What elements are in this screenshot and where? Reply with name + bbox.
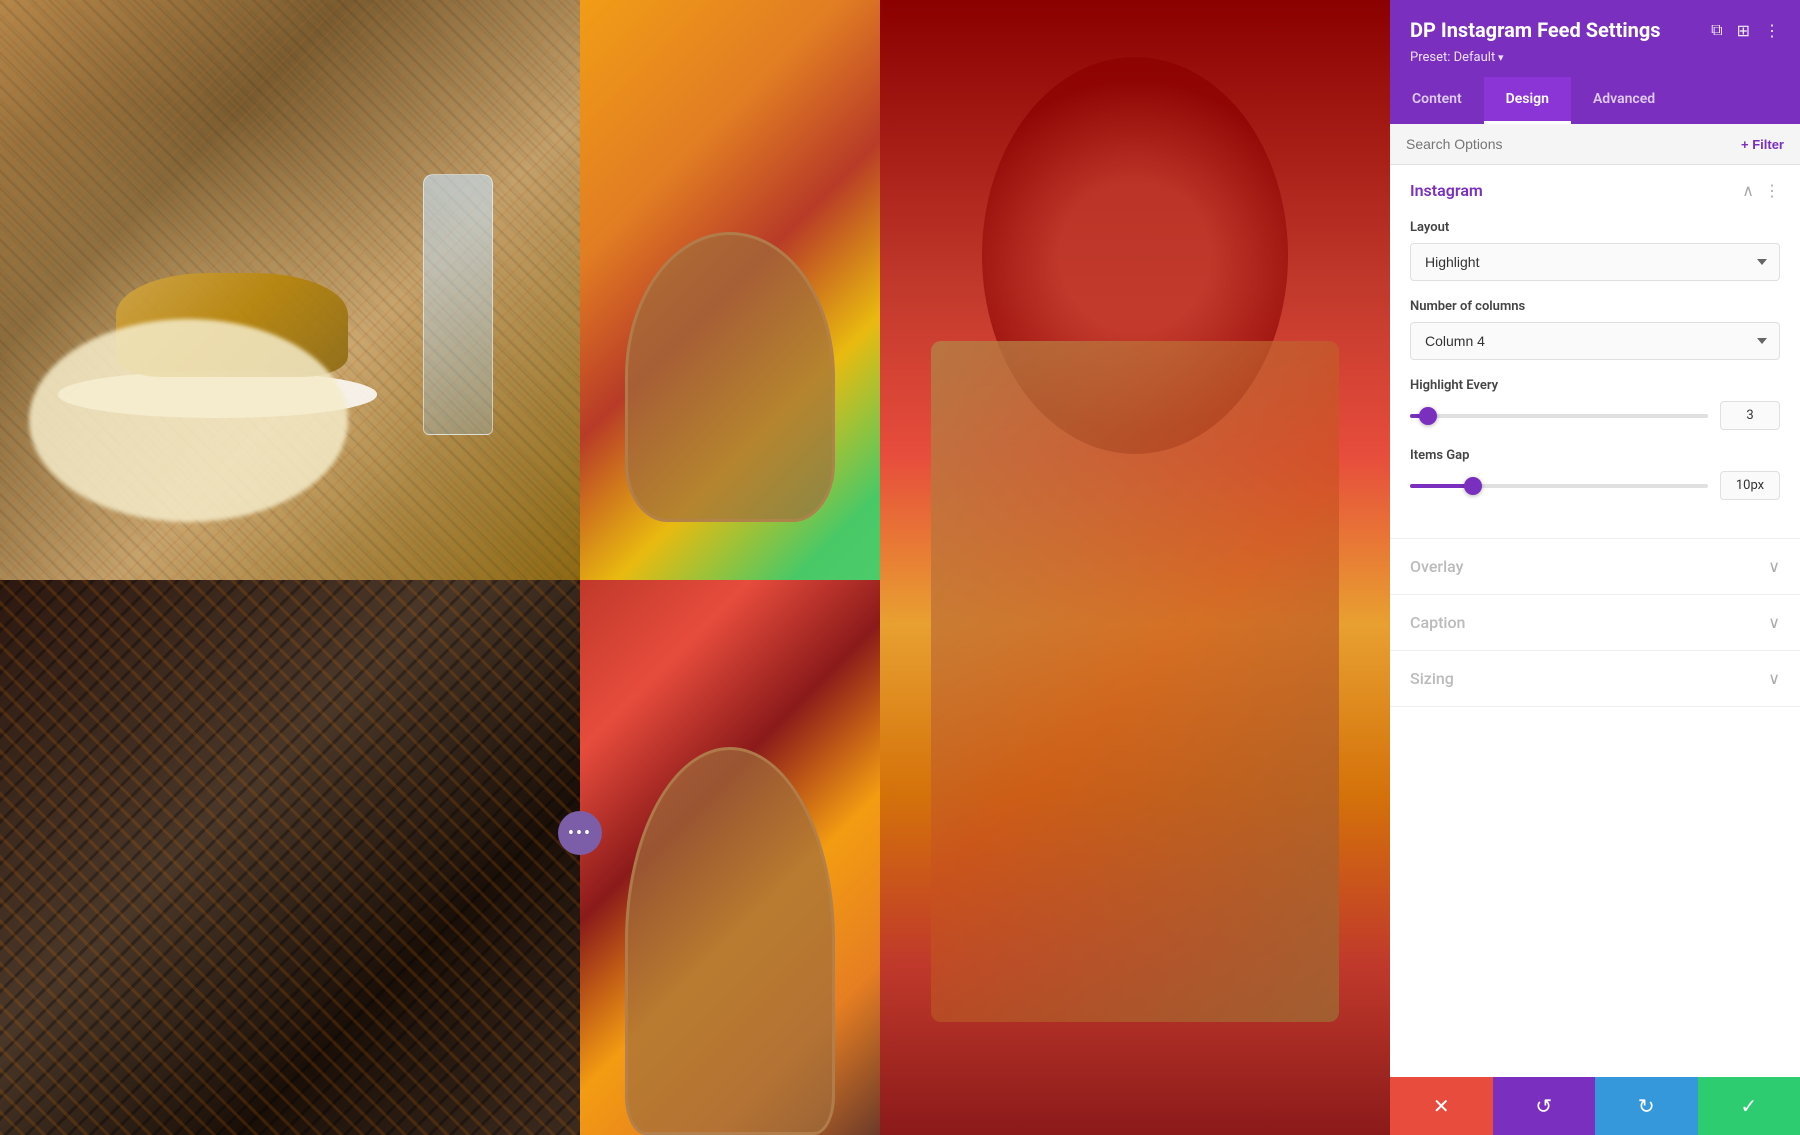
panel-subtitle[interactable]: Preset: Default xyxy=(1410,50,1780,65)
instagram-section: Instagram ∧ ⋮ Layout Highlight Grid Maso… xyxy=(1390,165,1800,539)
filter-button[interactable]: + Filter xyxy=(1741,137,1784,152)
photo-area: ••• xyxy=(0,0,1390,1135)
settings-panel: DP Instagram Feed Settings ⧉ ⊞ ⋮ Preset:… xyxy=(1390,0,1800,1135)
sizing-chevron-icon: ∨ xyxy=(1768,669,1780,688)
highlight-every-label: Highlight Every xyxy=(1410,378,1780,393)
layout-select[interactable]: Highlight Grid Masonry Carousel xyxy=(1410,243,1780,281)
undo-button[interactable]: ↺ xyxy=(1493,1077,1596,1135)
panel-content[interactable]: Instagram ∧ ⋮ Layout Highlight Grid Maso… xyxy=(1390,165,1800,1077)
copy-icon[interactable]: ⧉ xyxy=(1711,20,1722,40)
highlight-every-slider-row: 3 xyxy=(1410,401,1780,430)
items-gap-fill xyxy=(1410,484,1470,488)
caption-section[interactable]: Caption ∨ xyxy=(1390,595,1800,651)
overlay-section[interactable]: Overlay ∨ xyxy=(1390,539,1800,595)
columns-field-group: Number of columns Column 1 Column 2 Colu… xyxy=(1410,299,1780,360)
layout-label: Layout xyxy=(1410,220,1780,235)
items-gap-track xyxy=(1410,484,1708,488)
grid-icon[interactable]: ⊞ xyxy=(1737,21,1750,40)
columns-label: Number of columns xyxy=(1410,299,1780,314)
columns-select[interactable]: Column 1 Column 2 Column 3 Column 4 Colu… xyxy=(1410,322,1780,360)
instagram-section-title: Instagram xyxy=(1410,181,1483,200)
overlay-section-title: Overlay xyxy=(1410,557,1464,576)
instagram-section-header[interactable]: Instagram ∧ ⋮ xyxy=(1390,165,1800,216)
panel-tabs: Content Design Advanced xyxy=(1390,77,1800,124)
caption-section-title: Caption xyxy=(1410,613,1465,632)
items-gap-value: 10px xyxy=(1720,471,1780,500)
search-input[interactable] xyxy=(1406,136,1733,152)
kebab-icon[interactable]: ⋮ xyxy=(1764,181,1780,200)
panel-title: DP Instagram Feed Settings xyxy=(1410,18,1661,42)
panel-title-row: DP Instagram Feed Settings ⧉ ⊞ ⋮ xyxy=(1410,18,1780,42)
save-button[interactable]: ✓ xyxy=(1698,1077,1800,1135)
more-options-button[interactable]: ••• xyxy=(558,811,602,855)
caption-chevron-icon: ∨ xyxy=(1768,613,1780,632)
highlight-every-thumb[interactable] xyxy=(1419,407,1437,425)
sizing-section-title: Sizing xyxy=(1410,669,1454,688)
redo-button[interactable]: ↻ xyxy=(1595,1077,1698,1135)
highlight-every-track xyxy=(1410,414,1708,418)
instagram-section-body: Layout Highlight Grid Masonry Carousel N… xyxy=(1390,216,1800,538)
tab-content[interactable]: Content xyxy=(1390,77,1484,124)
chevron-up-icon[interactable]: ∧ xyxy=(1742,181,1754,200)
search-bar: + Filter xyxy=(1390,124,1800,165)
photo-grid xyxy=(0,0,1390,1135)
panel-header: DP Instagram Feed Settings ⧉ ⊞ ⋮ Preset:… xyxy=(1390,0,1800,77)
more-icon[interactable]: ⋮ xyxy=(1764,21,1780,40)
action-bar: ✕ ↺ ↻ ✓ xyxy=(1390,1077,1800,1135)
photo-cell-5 xyxy=(580,580,880,1135)
three-dots-icon: ••• xyxy=(568,823,592,844)
tab-design[interactable]: Design xyxy=(1484,77,1571,124)
items-gap-field-group: Items Gap 10px xyxy=(1410,448,1780,500)
photo-cell-3 xyxy=(880,0,1390,1135)
overlay-chevron-icon: ∨ xyxy=(1768,557,1780,576)
photo-cell-4 xyxy=(0,580,580,1135)
photo-cell-2 xyxy=(580,0,880,580)
cancel-button[interactable]: ✕ xyxy=(1390,1077,1493,1135)
photo-cell-1 xyxy=(0,0,580,580)
layout-field-group: Layout Highlight Grid Masonry Carousel xyxy=(1410,220,1780,281)
panel-title-icons: ⧉ ⊞ ⋮ xyxy=(1711,20,1780,40)
highlight-every-field-group: Highlight Every 3 xyxy=(1410,378,1780,430)
items-gap-label: Items Gap xyxy=(1410,448,1780,463)
highlight-every-value: 3 xyxy=(1720,401,1780,430)
sizing-section[interactable]: Sizing ∨ xyxy=(1390,651,1800,707)
section-header-icons: ∧ ⋮ xyxy=(1742,181,1780,200)
tab-advanced[interactable]: Advanced xyxy=(1571,77,1677,124)
items-gap-thumb[interactable] xyxy=(1464,477,1482,495)
items-gap-slider-row: 10px xyxy=(1410,471,1780,500)
